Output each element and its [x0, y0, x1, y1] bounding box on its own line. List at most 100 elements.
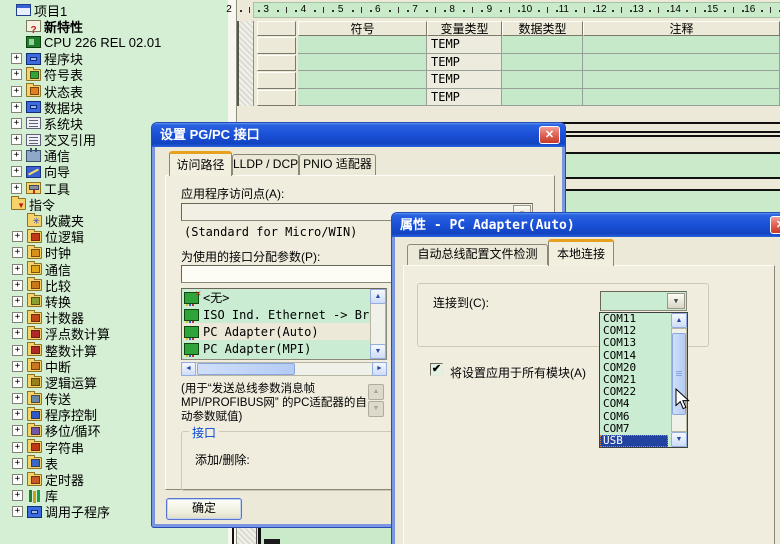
table-cell[interactable] [502, 54, 583, 72]
expand-icon[interactable]: + [11, 53, 22, 64]
scroll-up-icon[interactable]: ▲ [370, 289, 386, 304]
ok-button[interactable]: 确定 [166, 498, 242, 520]
connect-to-dropdown[interactable]: COM11COM12COM13COM14COM20COM21COM22COM4C… [599, 312, 688, 448]
adapter-list-item[interactable]: <无> [182, 289, 386, 306]
tab-auto-bus-detect[interactable]: 自动总线配置文件检测 [407, 244, 548, 265]
tab-pnio-adapter[interactable]: PNIO 适配器 [299, 154, 376, 175]
close-icon[interactable]: ✕ [539, 126, 560, 144]
row-header-cell[interactable] [257, 55, 296, 72]
chevron-down-icon[interactable]: ▼ [667, 293, 685, 309]
expand-icon[interactable]: + [12, 425, 23, 436]
expand-icon[interactable]: + [12, 442, 23, 453]
expand-icon[interactable]: + [12, 312, 23, 323]
expand-icon[interactable]: + [12, 490, 23, 501]
expand-icon[interactable]: + [12, 409, 23, 420]
column-header[interactable]: 注释 [583, 21, 780, 36]
expand-icon[interactable]: + [12, 264, 23, 275]
table-cell[interactable] [298, 36, 427, 54]
table-cell[interactable] [502, 89, 583, 107]
tree-item[interactable]: +数据块 [0, 99, 228, 115]
column-header[interactable]: 符号 [298, 21, 427, 36]
ruler-tick [277, 10, 279, 12]
table-cell[interactable] [298, 89, 427, 107]
dropdown-option[interactable]: COM21 [600, 374, 668, 386]
adapter-list-item[interactable]: PC Adapter(Auto) [182, 323, 386, 340]
dropdown-option[interactable]: COM14 [600, 350, 668, 362]
expand-icon[interactable]: + [12, 377, 23, 388]
adapter-listbox[interactable]: <无>ISO Ind. Ethernet -> BroadcPC Adapter… [181, 288, 387, 360]
adapter-list-item[interactable]: PC Adapter(MPI) [182, 340, 386, 357]
ruler-number: 3 [263, 4, 269, 15]
table-cell[interactable] [583, 36, 780, 54]
table-cell[interactable] [583, 54, 780, 72]
table-cell[interactable] [502, 36, 583, 54]
tree-item[interactable]: +程序块 [0, 51, 228, 67]
row-selector-column[interactable] [237, 21, 254, 106]
expand-icon[interactable]: + [12, 231, 23, 242]
row-header-cell[interactable] [257, 72, 296, 89]
tab-access-path[interactable]: 访问路径 [169, 151, 232, 176]
dropdown-option[interactable]: COM13 [600, 337, 668, 349]
expand-icon[interactable]: + [12, 247, 23, 258]
scroll-down-icon[interactable]: ▼ [671, 432, 687, 447]
dialog-titlebar[interactable]: 属性 - PC Adapter(Auto) ✕ [392, 213, 780, 237]
connect-to-combobox[interactable]: USB ▼ [600, 291, 687, 311]
hscroll-thumb[interactable] [197, 363, 295, 375]
column-header[interactable]: 变量类型 [427, 21, 502, 36]
tab-local-connection[interactable]: 本地连接 [548, 239, 614, 266]
expand-icon[interactable]: + [12, 345, 23, 356]
tree-item[interactable]: 项目1 [0, 2, 228, 18]
table-cell[interactable] [583, 71, 780, 89]
dropdown-option[interactable]: COM4 [600, 398, 668, 410]
dialog-titlebar[interactable]: 设置 PG/PC 接口 ✕ [152, 123, 565, 147]
column-header[interactable]: 数据类型 [502, 21, 583, 36]
expand-icon[interactable]: + [12, 328, 23, 339]
expand-icon[interactable]: + [11, 150, 22, 161]
scroll-left-icon[interactable]: ◄ [181, 362, 196, 376]
tree-item[interactable]: +状态表 [0, 83, 228, 99]
expand-icon[interactable]: + [11, 118, 22, 129]
scroll-down-icon[interactable]: ▼ [370, 344, 386, 359]
expand-icon[interactable]: + [12, 280, 23, 291]
row-header-cell[interactable] [257, 37, 296, 54]
dropdown-option[interactable]: COM7 [600, 423, 668, 435]
expand-icon[interactable]: + [12, 474, 23, 485]
apply-all-checkbox[interactable]: ✔ [430, 363, 443, 376]
table-cell[interactable] [298, 71, 427, 89]
expand-icon[interactable]: + [12, 393, 23, 404]
expand-icon[interactable]: + [11, 183, 22, 194]
expand-icon[interactable]: + [12, 458, 23, 469]
row-header-cell[interactable] [257, 90, 296, 107]
expand-icon[interactable]: + [11, 102, 22, 113]
expand-icon[interactable]: + [11, 134, 22, 145]
scroll-up-icon[interactable]: ▲ [671, 313, 687, 328]
table-cell[interactable]: TEMP [427, 71, 502, 89]
expand-icon[interactable]: + [12, 296, 23, 307]
table-cell[interactable]: TEMP [427, 54, 502, 72]
table-cell[interactable] [298, 54, 427, 72]
tree-item[interactable]: +符号表 [0, 67, 228, 83]
expand-icon[interactable]: + [11, 86, 22, 97]
tab-lldp-dcp[interactable]: LLDP / DCP [232, 154, 299, 175]
tree-item-label: 整数计算 [45, 342, 97, 358]
dropdown-option[interactable]: USB [600, 435, 668, 447]
expand-icon[interactable]: + [11, 69, 22, 80]
dropdown-option[interactable]: COM11 [600, 313, 668, 325]
table-cell[interactable] [583, 89, 780, 107]
table-cell[interactable]: TEMP [427, 36, 502, 54]
dropdown-option[interactable]: COM20 [600, 362, 668, 374]
dropdown-option[interactable]: COM6 [600, 411, 668, 423]
tree-item[interactable]: 新特性 [0, 18, 228, 34]
tree-item-label: 系统块 [44, 115, 83, 131]
expand-icon[interactable]: + [11, 166, 22, 177]
dropdown-option[interactable]: COM22 [600, 386, 668, 398]
close-icon[interactable]: ✕ [770, 216, 780, 234]
expand-icon[interactable]: + [12, 361, 23, 372]
dropdown-option[interactable]: COM12 [600, 325, 668, 337]
table-cell[interactable]: TEMP [427, 89, 502, 107]
scroll-right-icon[interactable]: ► [372, 362, 387, 376]
table-cell[interactable] [502, 71, 583, 89]
adapter-list-item[interactable]: ISO Ind. Ethernet -> Broadc [182, 306, 386, 323]
expand-icon[interactable]: + [12, 506, 23, 517]
tree-item[interactable]: CPU 226 REL 02.01 [0, 34, 228, 50]
